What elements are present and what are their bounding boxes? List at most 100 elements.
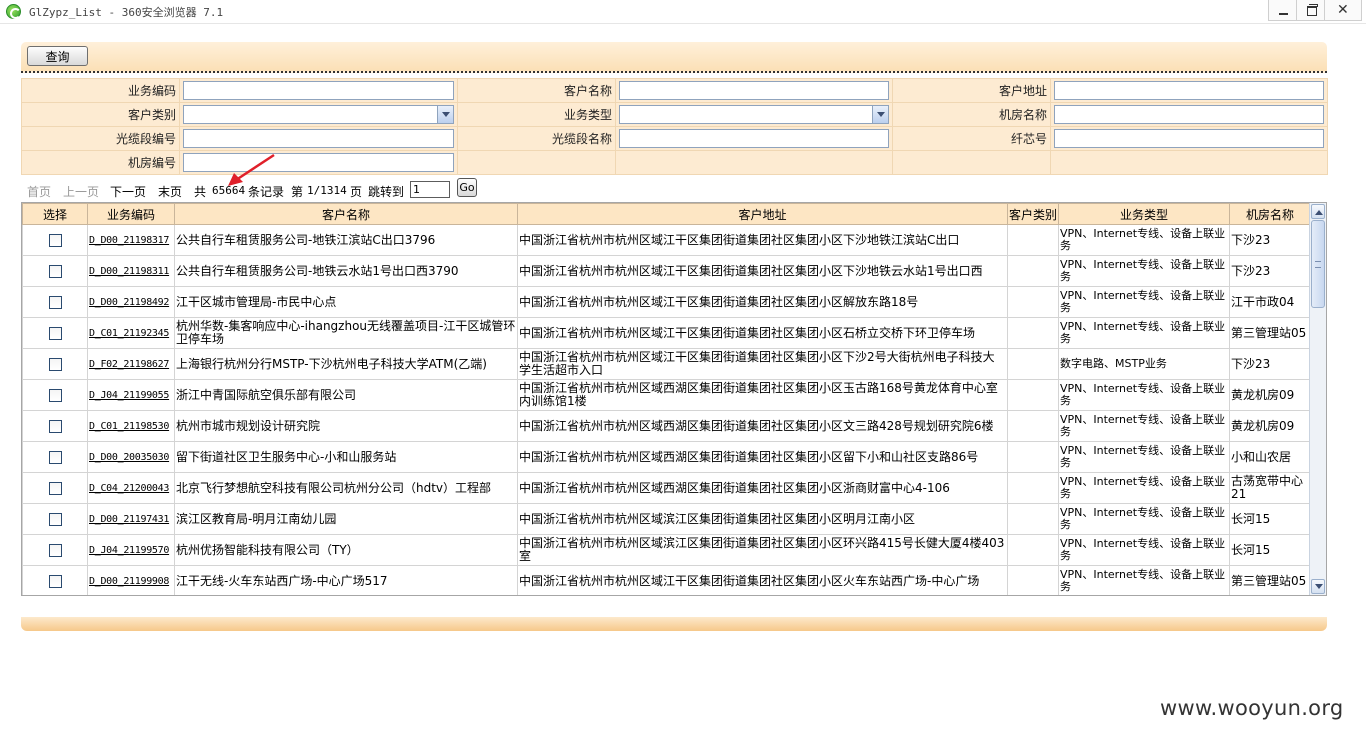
last-page-link[interactable]: 末页: [158, 183, 182, 200]
customer-category: [1007, 472, 1059, 504]
close-button[interactable]: ✕: [1324, 0, 1362, 21]
filter-input[interactable]: [183, 129, 454, 148]
business-code-link[interactable]: D_D00_21199908: [87, 565, 175, 595]
prev-page-link[interactable]: 上一页: [63, 183, 99, 200]
filter-input[interactable]: [1054, 81, 1324, 100]
business-code-link[interactable]: D_D00_21198317: [87, 224, 175, 256]
customer-address: 中国浙江省杭州市杭州区域西湖区集团街道集团社区集团小区浙商财富中心4-106: [517, 472, 1008, 504]
customer-address: 中国浙江省杭州市杭州区域西湖区集团街道集团社区集团小区文三路428号规划研究院6…: [517, 410, 1008, 442]
jump-page-input[interactable]: [410, 181, 450, 198]
scroll-up-icon[interactable]: [1311, 204, 1325, 219]
row-checkbox[interactable]: [48, 233, 62, 247]
query-button[interactable]: 查询: [27, 46, 88, 66]
business-code-link[interactable]: D_C04_21200043: [87, 472, 175, 504]
table-row: D_D00_21198317 公共自行车租赁服务公司-地铁江滨站C出口3796 中国…: [22, 224, 1311, 256]
business-code-link[interactable]: D_F02_21198627: [87, 348, 175, 380]
row-checkbox[interactable]: [48, 512, 62, 526]
row-checkbox[interactable]: [48, 326, 62, 340]
empty-cell: [892, 150, 1051, 175]
filter-input[interactable]: [619, 81, 889, 100]
select-cell: [22, 565, 88, 595]
filter-row: 业务编码 客户名称 客户地址: [21, 78, 1328, 103]
column-header: 客户地址: [517, 203, 1008, 225]
chevron-down-icon[interactable]: [872, 106, 888, 123]
filter-row: 光缆段编号 光缆段名称 纤芯号: [21, 126, 1328, 151]
results-table: 选择 业务编码 客户名称 客户地址 客户类别 业务类型 机房名称 D_D00_2119831…: [22, 203, 1311, 595]
customer-category: [1007, 410, 1059, 442]
business-code-link[interactable]: D_D00_21198311: [87, 255, 175, 287]
customer-name: 杭州市城市规划设计研究院: [174, 410, 518, 442]
table-row: D_F02_21198627 上海银行杭州分行MSTP-下沙杭州电子科技大学ATM…: [22, 348, 1311, 380]
customer-address: 中国浙江省杭州市杭州区域江干区集团街道集团社区集团小区下沙地铁江滨站C出口: [517, 224, 1008, 256]
filter-input[interactable]: [183, 81, 454, 100]
select-cell: [22, 472, 88, 504]
business-code-link[interactable]: D_D00_21198492: [87, 286, 175, 318]
service-type: VPN、Internet专线、设备上联业务: [1058, 379, 1230, 411]
filter-label: 客户地址: [892, 78, 1051, 103]
first-page-link[interactable]: 首页: [27, 183, 51, 200]
row-checkbox[interactable]: [48, 264, 62, 278]
row-checkbox[interactable]: [48, 481, 62, 495]
filter-input[interactable]: [619, 129, 889, 148]
bottom-band: [21, 617, 1327, 631]
table-row: D_D00_21199908 江干无线-火车东站西广场-中心广场517 中国浙江省杭…: [22, 565, 1311, 595]
filter-label: 机房编号: [21, 150, 180, 175]
row-checkbox[interactable]: [48, 419, 62, 433]
row-checkbox[interactable]: [48, 388, 62, 402]
service-type: VPN、Internet专线、设备上联业务: [1058, 410, 1230, 442]
service-type: VPN、Internet专线、设备上联业务: [1058, 317, 1230, 349]
filter-label: 机房名称: [892, 102, 1051, 127]
select-cell: [22, 255, 88, 287]
select-cell: [22, 410, 88, 442]
filter-select[interactable]: [183, 105, 454, 124]
business-code-link[interactable]: D_J04_21199055: [87, 379, 175, 411]
filter-row: 机房编号: [21, 150, 1328, 175]
customer-address: 中国浙江省杭州市杭州区域江干区集团街道集团社区集团小区下沙2号大街杭州电子科技大…: [517, 348, 1008, 380]
scroll-down-icon[interactable]: [1311, 579, 1325, 594]
customer-name: 留下街道社区卫生服务中心-小和山服务站: [174, 441, 518, 473]
service-type: VPN、Internet专线、设备上联业务: [1058, 534, 1230, 566]
business-code-link[interactable]: D_C01_21198530: [87, 410, 175, 442]
service-type: VPN、Internet专线、设备上联业务: [1058, 441, 1230, 473]
room-name: 长河15: [1229, 503, 1311, 535]
row-checkbox[interactable]: [48, 295, 62, 309]
empty-cell: [457, 150, 616, 175]
row-checkbox[interactable]: [48, 574, 62, 588]
filter-select[interactable]: [619, 105, 889, 124]
column-header: 业务类型: [1058, 203, 1230, 225]
customer-name: 江干区城市管理局-市民中心点: [174, 286, 518, 318]
select-cell: [22, 317, 88, 349]
business-code-link[interactable]: D_D00_21197431: [87, 503, 175, 535]
filter-row: 客户类别 业务类型 机房名称: [21, 102, 1328, 127]
customer-address: 中国浙江省杭州市杭州区域江干区集团街道集团社区集团小区石桥立交桥下环卫停车场: [517, 317, 1008, 349]
table-row: D_C01_21192345 杭州华数-集客响应中心-ihangzhou无线覆盖项…: [22, 317, 1311, 349]
chevron-down-icon[interactable]: [437, 106, 453, 123]
service-type: VPN、Internet专线、设备上联业务: [1058, 565, 1230, 595]
business-code-link[interactable]: D_C01_21192345: [87, 317, 175, 349]
maximize-button[interactable]: [1296, 0, 1326, 21]
minimize-button[interactable]: [1268, 0, 1298, 21]
filter-input[interactable]: [1054, 129, 1324, 148]
filter-input[interactable]: [1054, 105, 1324, 124]
column-header: 选择: [22, 203, 88, 225]
room-name: 第三管理站05: [1229, 565, 1311, 595]
filter-input[interactable]: [183, 153, 454, 172]
select-cell: [22, 379, 88, 411]
scroll-thumb[interactable]: [1311, 220, 1325, 308]
business-code-link[interactable]: D_D00_20035030: [87, 441, 175, 473]
total-prefix: 共: [194, 185, 207, 199]
row-checkbox[interactable]: [48, 450, 62, 464]
filter-label: 光缆段编号: [21, 126, 180, 151]
vertical-scrollbar[interactable]: [1309, 203, 1326, 595]
row-checkbox[interactable]: [48, 357, 62, 371]
customer-name: 上海银行杭州分行MSTP-下沙杭州电子科技大学ATM(乙端): [174, 348, 518, 380]
business-code-link[interactable]: D_J04_21199570: [87, 534, 175, 566]
page-suffix: 页: [350, 185, 363, 199]
next-page-link[interactable]: 下一页: [110, 183, 146, 200]
results-grid: 选择 业务编码 客户名称 客户地址 客户类别 业务类型 机房名称 D_D00_2119831…: [21, 202, 1327, 596]
customer-address: 中国浙江省杭州市杭州区域西湖区集团街道集团社区集团小区留下小和山社区支路86号: [517, 441, 1008, 473]
service-type: VPN、Internet专线、设备上联业务: [1058, 224, 1230, 256]
go-button[interactable]: Go: [457, 178, 477, 197]
row-checkbox[interactable]: [48, 543, 62, 557]
customer-address: 中国浙江省杭州市杭州区域滨江区集团街道集团社区集团小区环兴路415号长健大厦4楼…: [517, 534, 1008, 566]
